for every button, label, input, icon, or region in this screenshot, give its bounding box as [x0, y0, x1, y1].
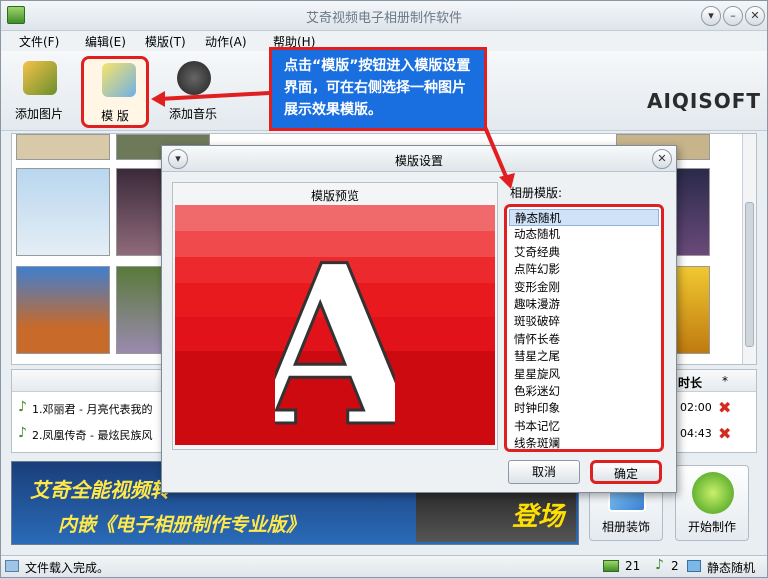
app-window: 艾奇视频电子相册制作软件 ▾ – ✕ 文件(F) 编辑(E) 模版(T) 动作(… — [0, 0, 768, 578]
callout-arrows — [151, 91, 515, 189]
